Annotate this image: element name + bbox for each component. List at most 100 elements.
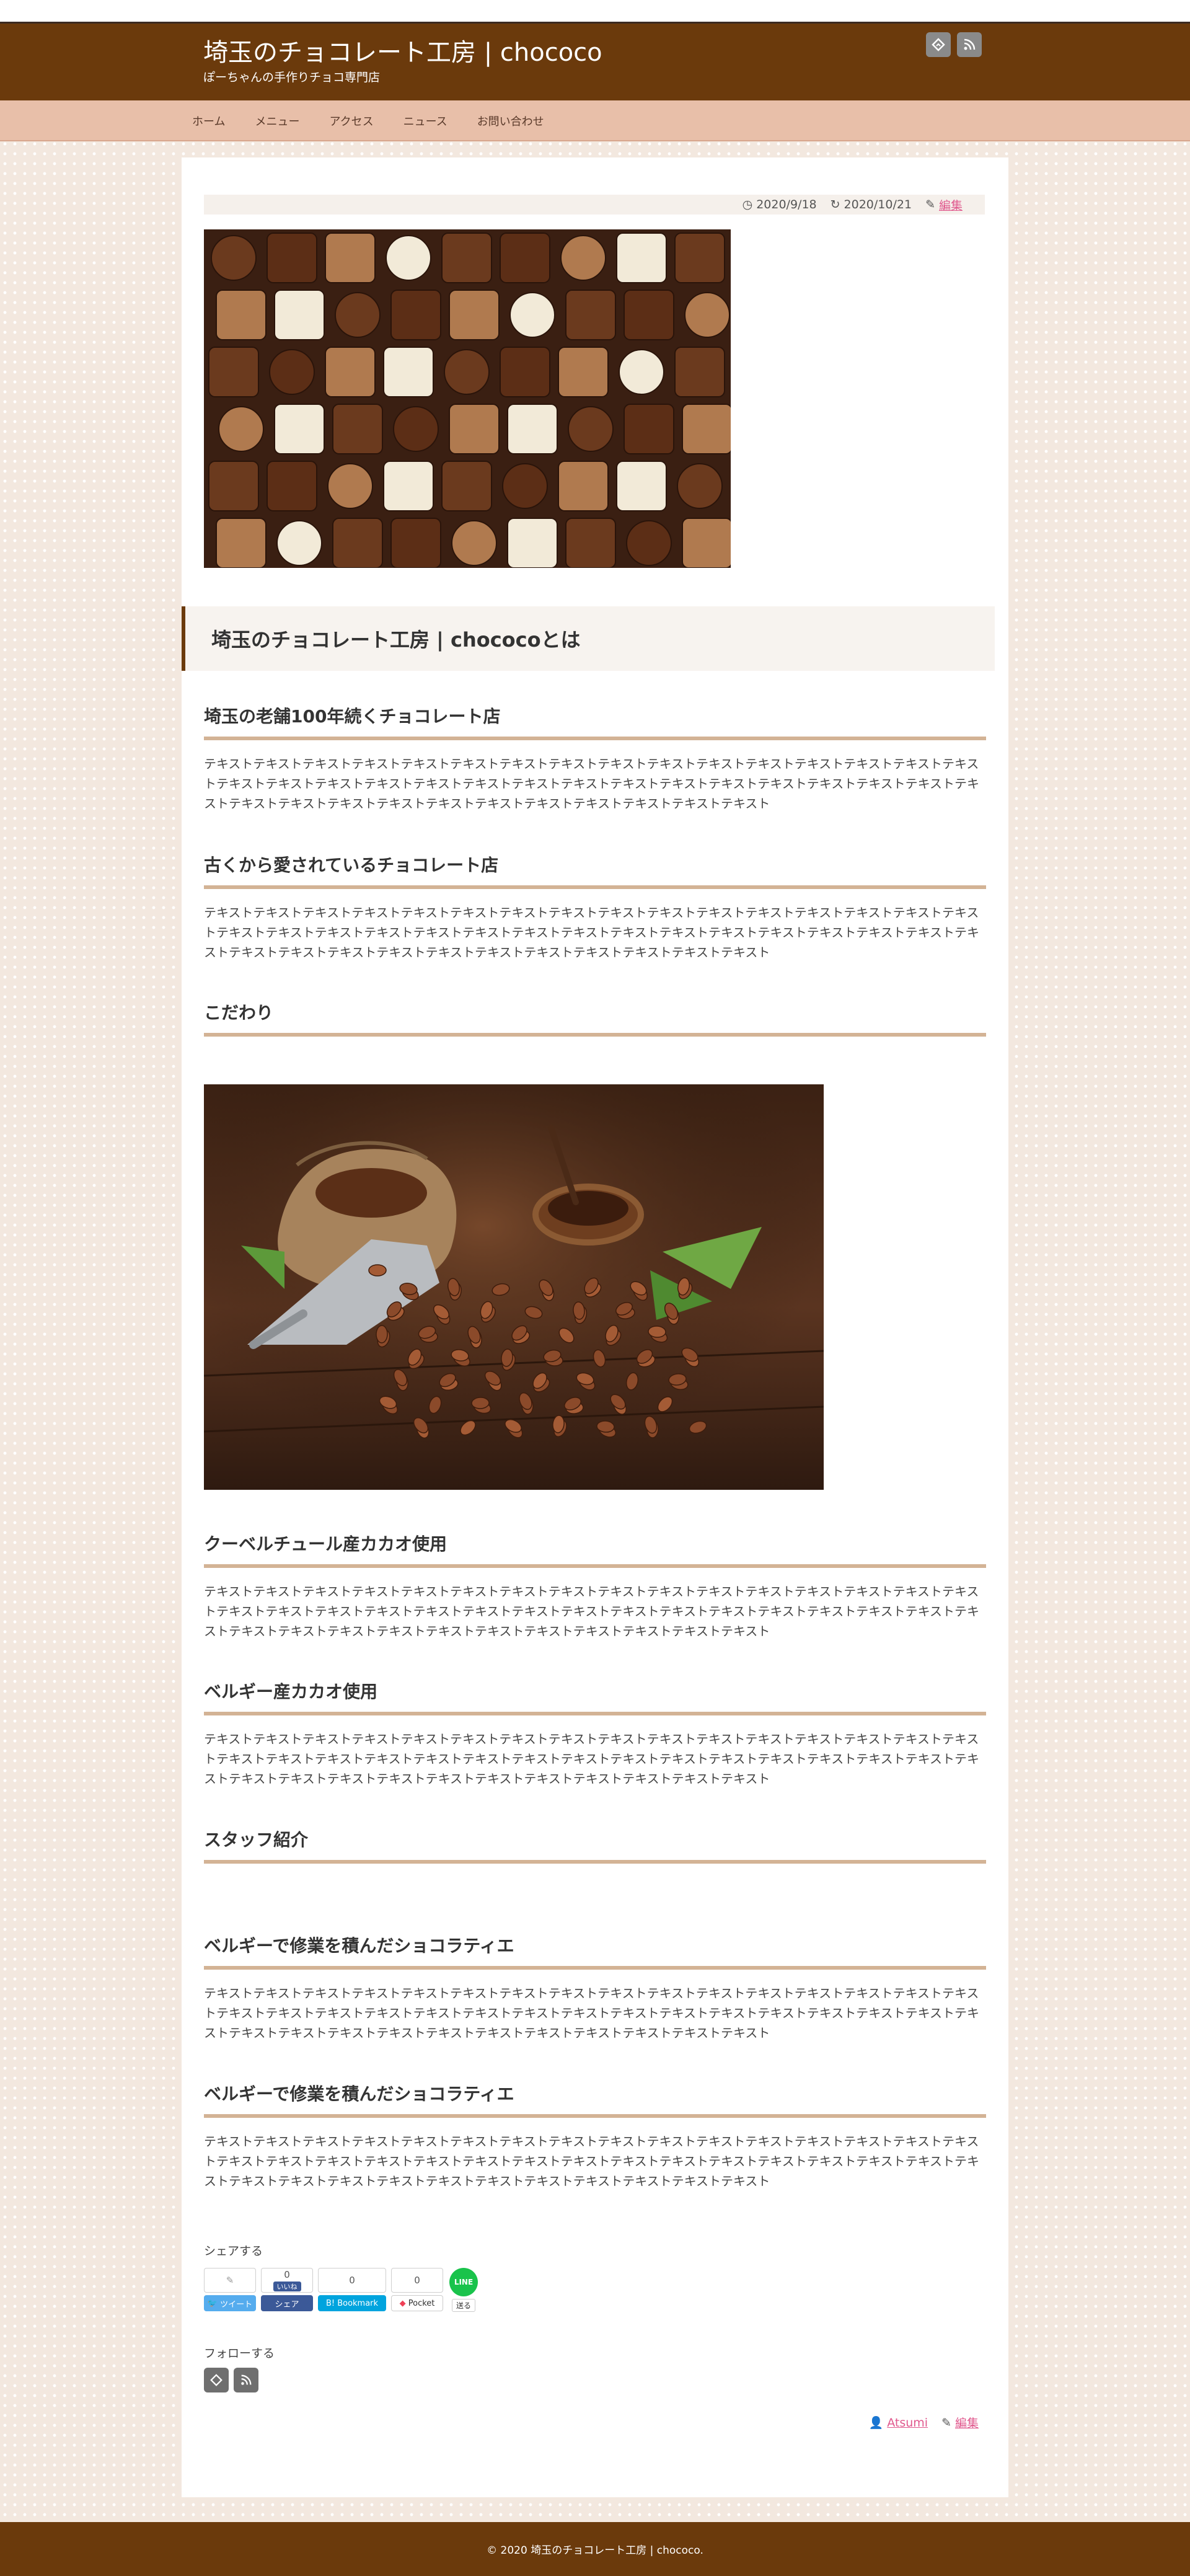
chocolate-piece: [327, 463, 373, 509]
follow-buttons: [204, 2368, 258, 2392]
hatena-label: B! Bookmark: [318, 2295, 386, 2311]
chocolate-piece: [616, 461, 667, 511]
nav-item-news[interactable]: ニュース: [403, 113, 447, 129]
nav-item-menu[interactable]: メニュー: [255, 113, 299, 129]
cacao-bean: [648, 1326, 666, 1338]
edit-icon: ✎: [925, 198, 935, 211]
updated-date: ↻ 2020/10/21: [830, 198, 912, 211]
cacao-bean: [376, 1325, 388, 1343]
chocolate-piece: [560, 235, 606, 281]
chocolate-piece: [502, 463, 548, 509]
section-heading-5: ベルギーで修業を積んだショコラティエ: [204, 1932, 986, 1970]
line-send-button[interactable]: LINE 送る: [448, 2268, 479, 2314]
edit-post[interactable]: ✎ 編集: [925, 197, 963, 213]
chocolate-piece: [624, 290, 674, 340]
chocolate-piece: [441, 461, 492, 511]
section-text-1: テキストテキストテキストテキストテキストテキストテキストテキストテキストテキスト…: [204, 756, 979, 811]
chocolate-piece: [444, 349, 490, 395]
author-link[interactable]: Atsumi: [887, 2416, 928, 2430]
header-follow-icons: [926, 32, 982, 57]
chocolate-piece: [276, 520, 322, 566]
section-title-main: 埼玉のチョコレート工房 | chococoとは: [182, 606, 995, 671]
chocolate-piece: [267, 461, 317, 511]
pocket-count: 0: [391, 2268, 443, 2293]
comment-icon: ✎: [226, 2275, 234, 2286]
edit-link[interactable]: 編集: [939, 197, 963, 213]
chocolate-piece: [568, 406, 614, 452]
chocolate-piece: [509, 292, 555, 338]
chocolate-piece: [451, 520, 497, 566]
cacao-beans-image: [204, 1084, 824, 1490]
chocolate-piece: [325, 232, 376, 283]
hatena-bookmark-button[interactable]: 0 B! Bookmark: [318, 2268, 386, 2314]
chocolate-piece: [390, 290, 441, 340]
chocolate-piece: [449, 404, 500, 454]
article-main: ◷ 2020/9/18 ↻ 2020/10/21 ✎ 編集 埼玉のチョコレート工…: [182, 157, 1008, 2497]
chocolate-piece: [674, 347, 725, 397]
chocolate-piece: [325, 347, 376, 397]
chocolate-piece: [565, 518, 616, 568]
section-text-3: テキストテキストテキストテキストテキストテキストテキストテキストテキストテキスト…: [204, 1584, 979, 1639]
cacao-bean: [368, 1264, 387, 1277]
site-title[interactable]: 埼玉のチョコレート工房 | chococo: [203, 32, 602, 68]
history-icon: ↻: [830, 198, 840, 211]
chocolate-piece: [269, 349, 315, 395]
chocolate-piece: [267, 232, 317, 283]
chocolate-piece: [619, 349, 664, 395]
chocolate-piece: [500, 232, 550, 283]
site-description: ぽーちゃんの手作りチョコ専門店: [203, 71, 381, 84]
section-heading-3: クーベルチュール産カカオ使用: [204, 1531, 986, 1568]
chocolate-piece: [507, 404, 558, 454]
twitter-share-button[interactable]: ✎ 🐦 ツイート: [204, 2268, 256, 2314]
feedly-follow-icon[interactable]: [204, 2368, 229, 2392]
section-text-5: テキストテキストテキストテキストテキストテキストテキストテキストテキストテキスト…: [204, 1986, 979, 2040]
feedly-icon[interactable]: [926, 32, 951, 57]
chocolate-piece: [558, 461, 609, 511]
chocolate-piece: [393, 406, 439, 452]
edit-icon: ✎: [941, 2415, 951, 2430]
chocolate-piece: [383, 461, 434, 511]
chocolate-piece: [218, 406, 264, 452]
section-heading-1: 埼玉の老舗100年続くチョコレート店: [204, 703, 986, 740]
facebook-like-badge: いいね: [273, 2282, 301, 2291]
chocolate-piece: [624, 404, 674, 454]
author-edit-link[interactable]: 編集: [955, 2414, 979, 2431]
rss-follow-icon[interactable]: [234, 2368, 258, 2392]
section-heading-4: ベルギー産カカオ使用: [204, 1678, 986, 1715]
chocolate-piece: [674, 232, 725, 283]
facebook-share-button[interactable]: 0 いいね シェア: [261, 2268, 313, 2314]
facebook-label: シェア: [261, 2295, 313, 2311]
twitter-label: 🐦 ツイート: [204, 2295, 256, 2311]
follow-label: フォローする: [204, 2347, 275, 2360]
nav-item-access[interactable]: アクセス: [329, 113, 373, 129]
site-header: 埼玉のチョコレート工房 | chococo ぽーちゃんの手作りチョコ専門店: [0, 24, 1190, 100]
chocolate-piece: [335, 292, 381, 338]
chocolate-piece: [390, 518, 441, 568]
pocket-button[interactable]: 0 ◆ Pocket: [391, 2268, 443, 2314]
chocolate-piece: [274, 404, 325, 454]
rss-icon[interactable]: [957, 32, 982, 57]
nav-item-contact[interactable]: お問い合わせ: [477, 113, 544, 129]
chocolate-piece: [216, 290, 267, 340]
chocolate-piece: [616, 232, 667, 283]
facebook-count: 0 いいね: [261, 2268, 313, 2293]
pocket-label: ◆ Pocket: [391, 2295, 443, 2311]
section-text-4: テキストテキストテキストテキストテキストテキストテキストテキストテキストテキスト…: [204, 1732, 979, 1786]
chocolate-piece: [386, 235, 431, 281]
chocolate-piece: [332, 518, 383, 568]
author-info: 👤 Atsumi: [869, 2414, 928, 2431]
chocolate-piece: [684, 292, 730, 338]
chocolate-piece: [500, 347, 550, 397]
section-heading-kodawari: こだわり: [204, 999, 986, 1037]
clock-icon: ◷: [742, 198, 753, 211]
published-date: ◷ 2020/9/18: [742, 198, 817, 211]
chocolate-piece: [558, 347, 609, 397]
post-meta-bar: ◷ 2020/9/18 ↻ 2020/10/21 ✎ 編集: [204, 195, 985, 215]
global-nav: ホーム メニュー アクセス ニュース お問い合わせ: [0, 100, 1190, 141]
chocolate-piece: [208, 461, 259, 511]
chocolate-assortment-image: [204, 229, 731, 568]
nav-item-home[interactable]: ホーム: [192, 113, 225, 129]
pocket-icon: ◆: [399, 2298, 406, 2308]
twitter-icon: 🐦: [207, 2298, 218, 2308]
author-edit: ✎ 編集: [941, 2414, 979, 2431]
